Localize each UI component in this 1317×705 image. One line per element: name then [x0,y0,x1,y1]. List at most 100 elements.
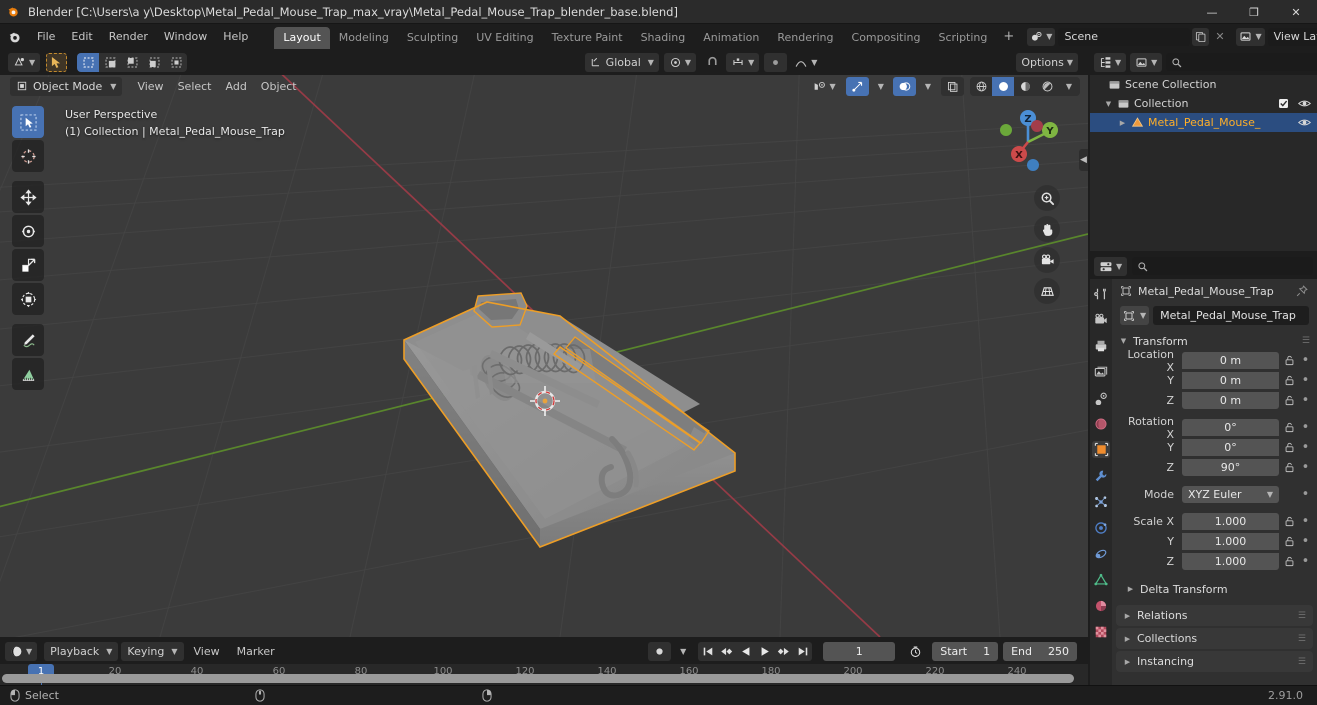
tool-scale-icon[interactable] [12,249,44,281]
editor-type-button[interactable]: ▼ [8,52,41,72]
jump-to-prev-keyframe-icon[interactable] [717,642,736,661]
viewport-menu-object[interactable]: Object [254,78,304,95]
timeline-menu-view[interactable]: View [187,643,227,660]
menu-edit[interactable]: Edit [63,27,100,46]
properties-tab-scene-icon[interactable] [1092,389,1110,406]
rotation-y-field[interactable]: 0° [1182,439,1279,456]
instancing-panel-header[interactable]: ▶ Instancing ☰ [1116,651,1313,672]
solid-shading-icon[interactable] [992,76,1014,96]
blender-menu-icon[interactable] [8,30,22,44]
minimize-button[interactable]: — [1191,0,1233,24]
tab-shading[interactable]: Shading [632,27,695,49]
tab-layout[interactable]: Layout [274,27,330,49]
menu-window[interactable]: Window [156,27,215,46]
pin-id-icon[interactable] [1296,285,1308,297]
viewport-options-button[interactable]: Options ▼ [1016,52,1078,72]
use-preview-range-icon[interactable] [904,642,927,661]
properties-search-input[interactable] [1132,257,1313,275]
animate-scale-y-dot[interactable]: • [1300,535,1311,548]
visibility-selector-icon[interactable]: ▼ [807,77,841,96]
outliner-editor[interactable]: ▼ ▼ Scene Collection ▼ Collection ▶ Meta… [1090,49,1317,251]
menu-help[interactable]: Help [215,27,256,46]
location-z-field[interactable]: 0 m [1182,392,1279,409]
show-overlays-icon[interactable] [892,76,916,96]
lock-scale-z-icon[interactable] [1283,556,1296,567]
scale-y-field[interactable]: 1.000 [1182,533,1279,550]
timeline-ruler[interactable]: 20 40 60 80 100 120 140 160 180 200 220 … [0,664,1088,685]
current-frame-field[interactable]: 1 [823,641,896,661]
play-reverse-icon[interactable] [736,642,755,661]
lock-location-y-icon[interactable] [1283,375,1296,386]
properties-tab-tool-icon[interactable] [1092,285,1110,302]
animate-rotation-y-dot[interactable]: • [1300,441,1311,454]
add-workspace-button[interactable]: + [996,29,1021,44]
snap-magnet-icon[interactable] [701,53,724,72]
object-name-field[interactable]: Metal_Pedal_Mouse_Trap [1153,306,1309,325]
object-mode-dropdown[interactable]: Object Mode ▼ [10,76,123,96]
checkbox-checked-icon[interactable] [1278,98,1289,109]
tab-sculpting[interactable]: Sculpting [398,27,467,49]
object-datablock-icon[interactable]: ▼ [1120,306,1150,325]
properties-tab-material-icon[interactable] [1092,597,1110,614]
viewport-navigation-gizmo[interactable]: Z Y X [990,104,1066,180]
end-frame-field[interactable]: End 250 [1003,641,1077,661]
pan-hand-icon[interactable] [1034,216,1060,242]
scene-browse-button[interactable]: ▼ [1027,27,1056,46]
properties-editor[interactable]: ▼ Metal_Pedal_Mouse_Trap ▼ Metal_Pedal_M… [1090,253,1317,685]
select-extend-icon[interactable] [99,53,121,72]
location-x-field[interactable]: 0 m [1182,352,1279,369]
view-layer-name-field[interactable]: View Layer [1267,27,1317,46]
properties-tab-modifier-icon[interactable] [1092,467,1110,484]
outliner-search-input[interactable] [1166,53,1317,71]
maximize-button[interactable]: ❐ [1233,0,1275,24]
delta-transform-subpanel-header[interactable]: ▶ Delta Transform [1112,579,1317,599]
tab-uv-editing[interactable]: UV Editing [467,27,542,49]
start-frame-value[interactable]: 1 [983,645,990,658]
properties-tab-object-icon[interactable] [1092,441,1110,458]
3d-viewport[interactable]: ▼ Global ▼ ▼ ▼ ▼ Options ▼ Object Mode ▼… [0,49,1088,637]
outliner-row-scene-collection[interactable]: Scene Collection [1090,75,1317,94]
camera-view-icon[interactable] [1034,247,1060,273]
show-gizmo-icon[interactable] [845,76,869,96]
proportional-falloff-icon[interactable]: ▼ [789,53,822,72]
lock-scale-y-icon[interactable] [1283,536,1296,547]
tab-animation[interactable]: Animation [694,27,768,49]
gizmo-options-chevron[interactable]: ▼ [870,77,889,96]
animate-scale-z-dot[interactable]: • [1300,555,1311,568]
menu-render[interactable]: Render [101,27,156,46]
unlink-scene-button[interactable]: ✕ [1211,28,1228,46]
eye-visibility-icon[interactable] [1298,117,1311,128]
auto-keying-toggle[interactable] [648,641,672,661]
wireframe-shading-icon[interactable] [970,77,992,96]
new-scene-button[interactable] [1192,27,1210,46]
lock-location-z-icon[interactable] [1283,395,1296,406]
frame-range-fields[interactable]: Start 1 [932,641,999,661]
auto-keying-options-chevron[interactable]: ▼ [674,642,689,661]
viewport-menu-view[interactable]: View [130,78,170,95]
eye-visibility-icon[interactable] [1298,98,1311,109]
proportional-edit-icon[interactable] [764,52,788,72]
relations-panel-header[interactable]: ▶ Relations ☰ [1116,605,1313,626]
properties-tab-texture-icon[interactable] [1092,623,1110,640]
timeline-horizontal-scrollbar[interactable] [2,674,1074,683]
keying-menu[interactable]: Keying ▼ [121,641,184,661]
tab-compositing[interactable]: Compositing [843,27,930,49]
properties-tab-physics-icon[interactable] [1092,519,1110,536]
xray-toggle-icon[interactable] [941,76,964,96]
tool-select-box-icon[interactable] [12,106,44,138]
play-icon[interactable] [755,642,774,661]
properties-tab-data-icon[interactable] [1092,571,1110,588]
select-invert-icon[interactable] [143,53,165,72]
transform-orientation-button[interactable]: Global ▼ [584,52,659,72]
select-intersect-icon[interactable] [165,53,187,72]
scene-name-field[interactable]: Scene [1058,27,1191,46]
viewport-canvas[interactable] [0,49,1088,637]
scale-z-field[interactable]: 1.000 [1182,553,1279,570]
close-button[interactable]: ✕ [1275,0,1317,24]
jump-to-end-icon[interactable] [793,642,812,661]
tab-modeling[interactable]: Modeling [330,27,398,49]
properties-tab-world-icon[interactable] [1092,415,1110,432]
animate-location-z-dot[interactable]: • [1300,394,1311,407]
animate-location-y-dot[interactable]: • [1300,374,1311,387]
properties-tab-constraint-icon[interactable] [1092,545,1110,562]
